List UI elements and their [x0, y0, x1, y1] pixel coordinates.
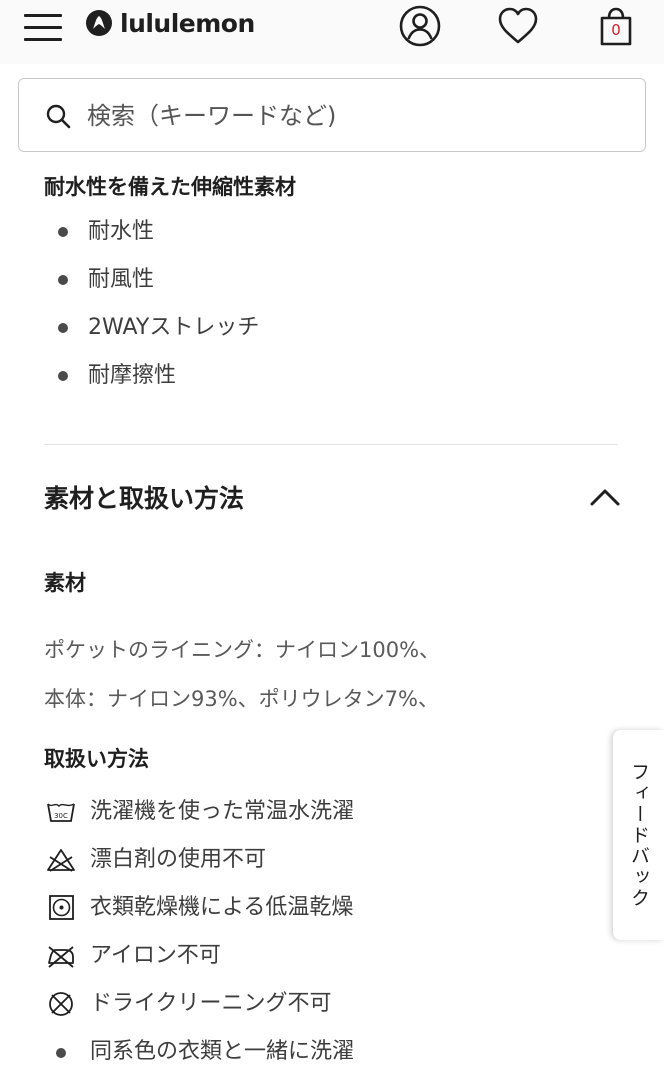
- lululemon-logo-icon: [86, 10, 112, 36]
- search-input[interactable]: [87, 93, 627, 139]
- heart-icon[interactable]: [496, 4, 540, 48]
- care-item: アイロン不可: [44, 932, 604, 980]
- list-item: 耐風性: [44, 256, 624, 304]
- features-heading: 耐水性を備えた伸縮性素材: [44, 175, 296, 199]
- features-list: 耐水性 耐風性 2WAYストレッチ 耐摩擦性: [44, 208, 624, 400]
- care-list: 30C 洗濯機を使った常温水洗濯 漂白剤の使用不可 衣類乾燥機による低温乾燥 ア…: [44, 788, 604, 1076]
- care-item: ドライクリーニング不可: [44, 980, 604, 1028]
- bag-count: 0: [611, 21, 621, 39]
- brand-name: lululemon: [120, 8, 255, 38]
- no-dry-clean-icon: [49, 992, 73, 1016]
- bag-icon[interactable]: 0: [594, 4, 638, 48]
- svg-text:30C: 30C: [54, 812, 68, 820]
- list-item: 2WAYストレッチ: [44, 304, 624, 352]
- tumble-dry-low-icon: [49, 895, 74, 920]
- site-header: lululemon 0: [0, 0, 664, 64]
- no-bleach-icon: [47, 849, 75, 872]
- list-item: 耐水性: [44, 208, 624, 256]
- search-bar[interactable]: [18, 78, 646, 152]
- material-line: ポケットのライニング：ナイロン100%、: [44, 638, 441, 662]
- care-item: 衣類乾燥機による低温乾燥: [44, 884, 604, 932]
- material-line: 本体：ナイロン93%、ポリウレタン7%、: [44, 687, 439, 711]
- bullet-icon: [56, 1048, 66, 1058]
- wash-30c-icon: 30C: [47, 803, 75, 822]
- care-item: 漂白剤の使用不可: [44, 836, 604, 884]
- feedback-tab[interactable]: フィードバック: [613, 730, 664, 940]
- account-icon[interactable]: [398, 4, 442, 48]
- bullet-icon: [58, 275, 68, 285]
- bullet-icon: [58, 227, 68, 237]
- feedback-label: フィードバック: [628, 761, 650, 909]
- bullet-icon: [58, 323, 68, 333]
- search-icon: [46, 104, 71, 129]
- accordion-title: 素材と取扱い方法: [44, 484, 245, 513]
- bullet-icon: [58, 371, 68, 381]
- care-label: 取扱い方法: [44, 747, 149, 771]
- materials-care-accordion-toggle[interactable]: 素材と取扱い方法: [44, 465, 624, 529]
- chevron-up-icon: [590, 489, 620, 506]
- brand-logo[interactable]: lululemon: [86, 8, 255, 38]
- no-iron-icon: [48, 946, 74, 968]
- material-label: 素材: [44, 571, 86, 595]
- care-item: 30C 洗濯機を使った常温水洗濯: [44, 788, 604, 836]
- care-item: 同系色の衣類と一緒に洗濯: [44, 1028, 604, 1076]
- list-item: 耐摩擦性: [44, 352, 624, 400]
- section-divider: [44, 444, 618, 445]
- menu-icon[interactable]: [24, 14, 62, 42]
